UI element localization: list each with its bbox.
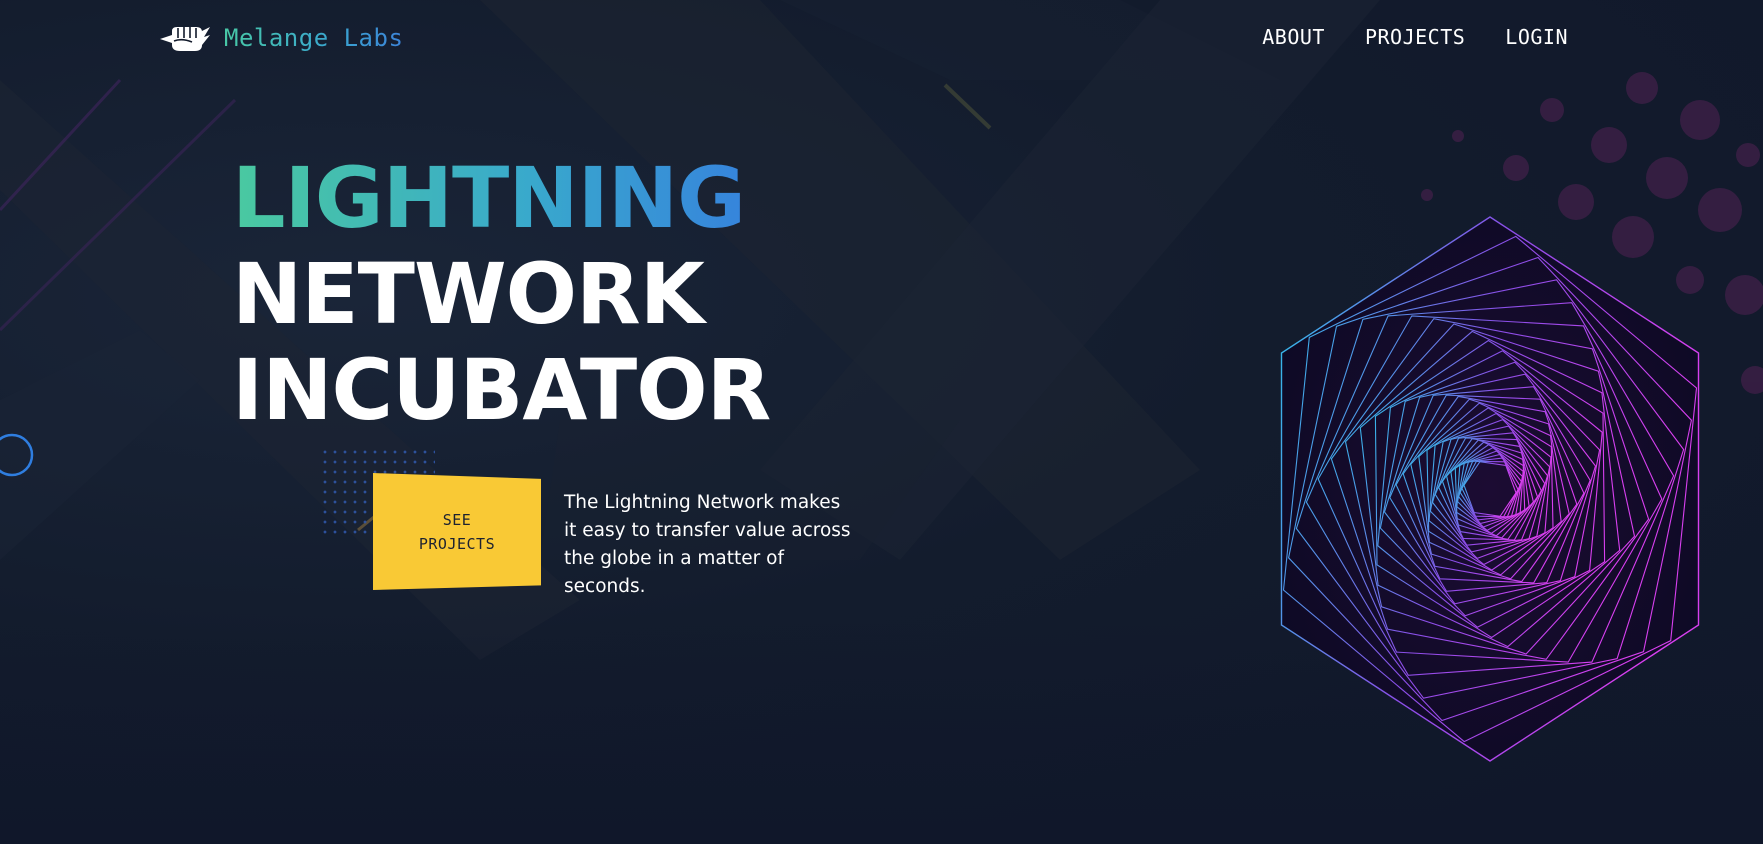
- nav-about[interactable]: ABOUT: [1262, 22, 1325, 52]
- hexagon-ring: [1280, 216, 1700, 762]
- logo-text: Melange Labs: [224, 24, 404, 52]
- hero-title-line-1: LIGHTNING: [232, 150, 770, 246]
- see-projects-button[interactable]: SEE PROJECTS: [373, 473, 541, 590]
- main-nav: ABOUT PROJECTS LOGIN: [1262, 22, 1568, 52]
- spiral-hexagon-illustration: [1280, 216, 1700, 762]
- see-projects-label: SEE PROJECTS: [418, 510, 496, 553]
- hero-title-line-3: INCUBATOR: [232, 341, 771, 439]
- hero-title-line-2: NETWORK: [232, 245, 705, 343]
- fist-icon: [160, 27, 210, 51]
- hero-description: The Lightning Network makes it easy to t…: [564, 492, 851, 597]
- hero-title: LIGHTNING NETWORK INCUBATOR: [232, 150, 771, 439]
- site-header: Melange Labs ABOUT PROJECTS LOGIN: [0, 0, 1763, 75]
- nav-login[interactable]: LOGIN: [1505, 22, 1568, 52]
- logo-link[interactable]: Melange Labs: [158, 20, 403, 56]
- landing-page: Melange Labs ABOUT PROJECTS LOGIN LIGHTN…: [0, 0, 1763, 844]
- nav-projects[interactable]: PROJECTS: [1365, 22, 1465, 52]
